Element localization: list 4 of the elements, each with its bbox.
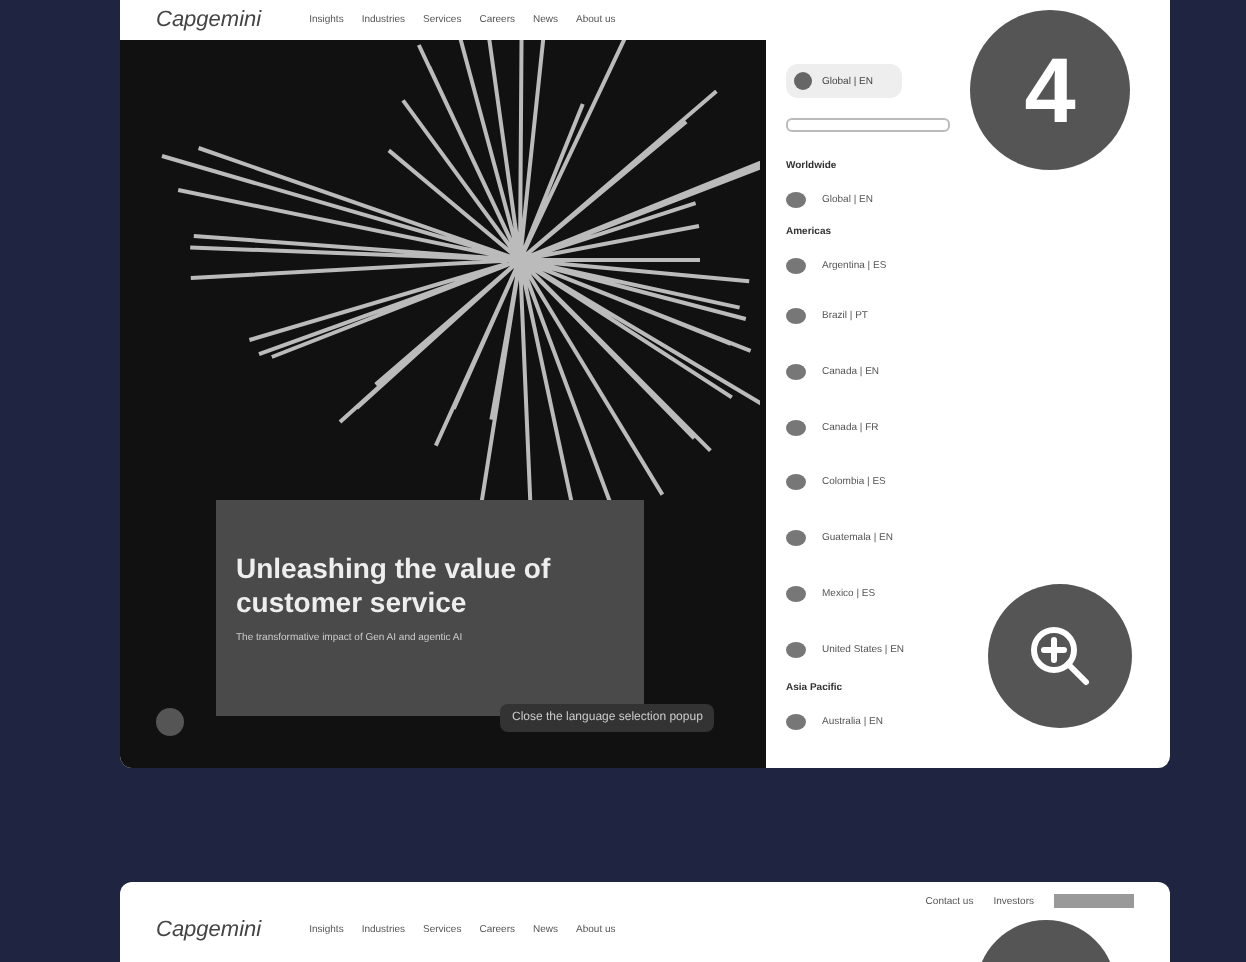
logo: Capgemini	[156, 8, 262, 32]
zoom-in-icon	[1026, 622, 1094, 690]
logo: Capgemini	[156, 918, 262, 942]
hero-title: Unleashing the value of customer service	[236, 552, 553, 620]
